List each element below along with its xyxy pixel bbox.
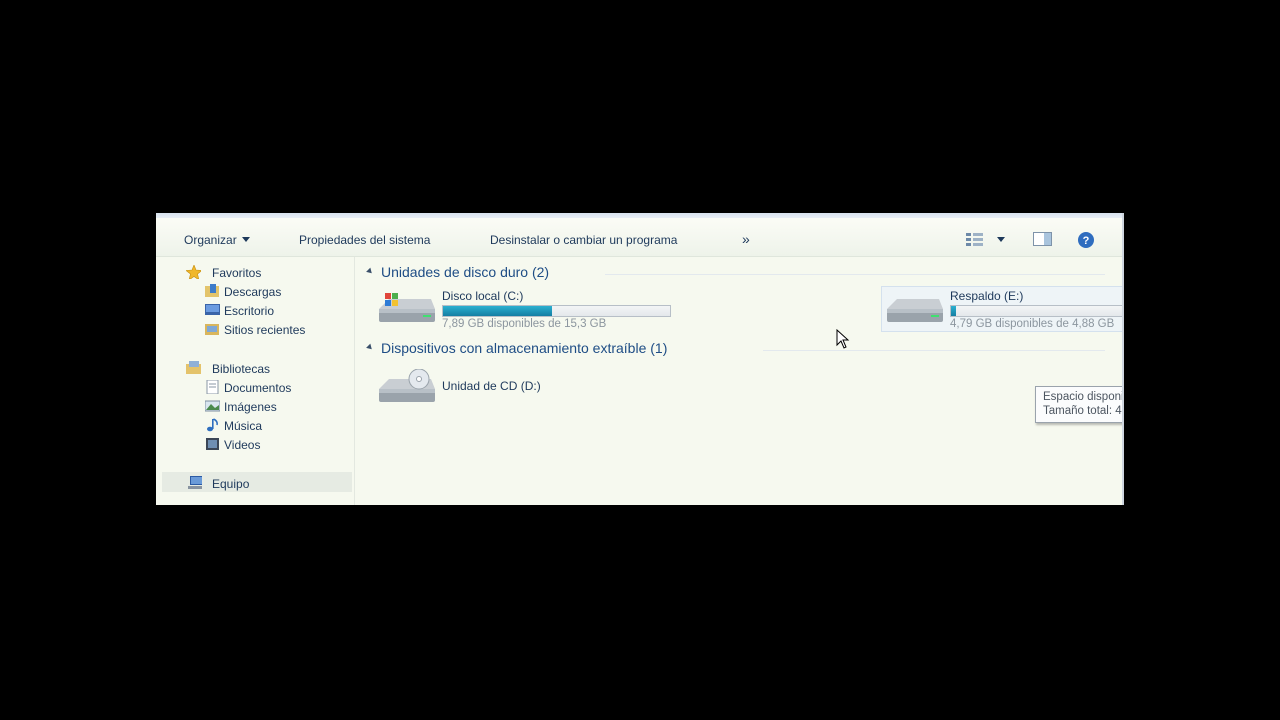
drive-c-usage-fill (443, 306, 552, 316)
nav-documents[interactable]: Documentos (206, 380, 292, 395)
hard-drive-icon (887, 299, 943, 322)
windows-drive-icon (379, 293, 435, 322)
group-divider (763, 350, 1105, 351)
svg-text:?: ? (1083, 235, 1090, 247)
nav-downloads-label: Descargas (224, 285, 282, 299)
videos-icon (206, 438, 219, 450)
recent-places-icon (205, 324, 219, 335)
nav-videos-label: Videos (224, 438, 261, 452)
music-icon (207, 418, 218, 432)
collapse-triangle-icon (366, 343, 374, 352)
nav-music-label: Música (224, 419, 263, 433)
nav-videos[interactable]: Videos (206, 438, 261, 452)
drive-e-usage-fill (951, 306, 956, 316)
tooltip-total-size: Tamaño total: 4,88 GB (1043, 405, 1124, 417)
chevron-down-icon (241, 237, 250, 242)
star-icon (186, 265, 201, 279)
nav-favorites[interactable]: Favoritos (186, 265, 262, 280)
computer-icon (188, 476, 202, 489)
nav-desktop[interactable]: Escritorio (205, 304, 275, 318)
drive-e-usage-bar (950, 305, 1122, 317)
drive-d-name: Unidad de CD (D:) (442, 379, 541, 393)
drive-c-free-space: 7,89 GB disponibles de 15,3 GB (442, 318, 607, 330)
drive-e[interactable]: Respaldo (E:) 4,79 GB disponibles de 4,8… (885, 289, 1122, 332)
nav-libraries[interactable]: Bibliotecas (186, 361, 271, 376)
downloads-folder-icon (205, 284, 219, 297)
drive-e-name: Respaldo (E:) (950, 289, 1024, 303)
nav-pictures[interactable]: Imágenes (205, 400, 277, 414)
organize-label: Organizar (184, 233, 237, 247)
content-pane: Unidades de disco duro (2) Disco local (… (355, 257, 1122, 505)
nav-computer-label: Equipo (212, 477, 250, 491)
nav-music[interactable]: Música (207, 418, 263, 433)
more-commands-button[interactable]: » (742, 231, 750, 247)
drive-c-usage-bar (442, 305, 671, 317)
explorer-window: Organizar Propiedades del sistema Desins… (156, 213, 1124, 505)
help-icon[interactable]: ? (1077, 231, 1095, 249)
libraries-icon (186, 361, 201, 374)
nav-documents-label: Documentos (224, 381, 292, 395)
nav-recent-places[interactable]: Sitios recientes (205, 323, 306, 337)
drive-c[interactable]: Disco local (C:) 7,89 GB disponibles de … (377, 289, 671, 332)
system-properties-button[interactable]: Propiedades del sistema (299, 233, 430, 247)
group-removable-label: Dispositivos con almacenamiento extraíbl… (381, 340, 668, 356)
collapse-triangle-icon (366, 267, 374, 276)
documents-icon (206, 380, 219, 394)
drive-tooltip: Espacio disponible: 4,79 GB Tamaño total… (1035, 386, 1124, 423)
nav-favorites-label: Favoritos (212, 266, 262, 280)
nav-downloads[interactable]: Descargas (205, 284, 282, 299)
uninstall-program-button[interactable]: Desinstalar o cambiar un programa (490, 233, 677, 247)
group-header-removable[interactable]: Dispositivos con almacenamiento extraíbl… (366, 340, 668, 356)
drive-d[interactable]: Unidad de CD (D:) (377, 368, 541, 412)
group-divider (605, 274, 1105, 275)
nav-pictures-label: Imágenes (224, 400, 277, 414)
nav-computer[interactable]: Equipo (188, 476, 250, 491)
nav-desktop-label: Escritorio (224, 304, 275, 318)
desktop-icon (205, 304, 220, 315)
drive-e-free-space: 4,79 GB disponibles de 4,88 GB (950, 318, 1115, 330)
cd-drive-icon (379, 368, 435, 402)
nav-libraries-label: Bibliotecas (212, 362, 271, 376)
mouse-cursor-icon (836, 329, 850, 349)
preview-pane-icon[interactable] (1033, 232, 1053, 246)
group-hard-drives-label: Unidades de disco duro (2) (381, 264, 550, 280)
drive-c-name: Disco local (C:) (442, 289, 524, 303)
command-bar: Organizar Propiedades del sistema Desins… (156, 218, 1122, 257)
tooltip-free-space: Espacio disponible: 4,79 GB (1043, 391, 1124, 403)
organize-button[interactable]: Organizar (184, 233, 250, 247)
navigation-pane: Favoritos Descargas Escritorio Sitios re… (156, 257, 355, 505)
nav-recent-places-label: Sitios recientes (224, 323, 306, 337)
group-header-hard-drives[interactable]: Unidades de disco duro (2) (366, 264, 550, 280)
change-view-icon[interactable] (966, 232, 1006, 246)
pictures-icon (205, 400, 220, 412)
